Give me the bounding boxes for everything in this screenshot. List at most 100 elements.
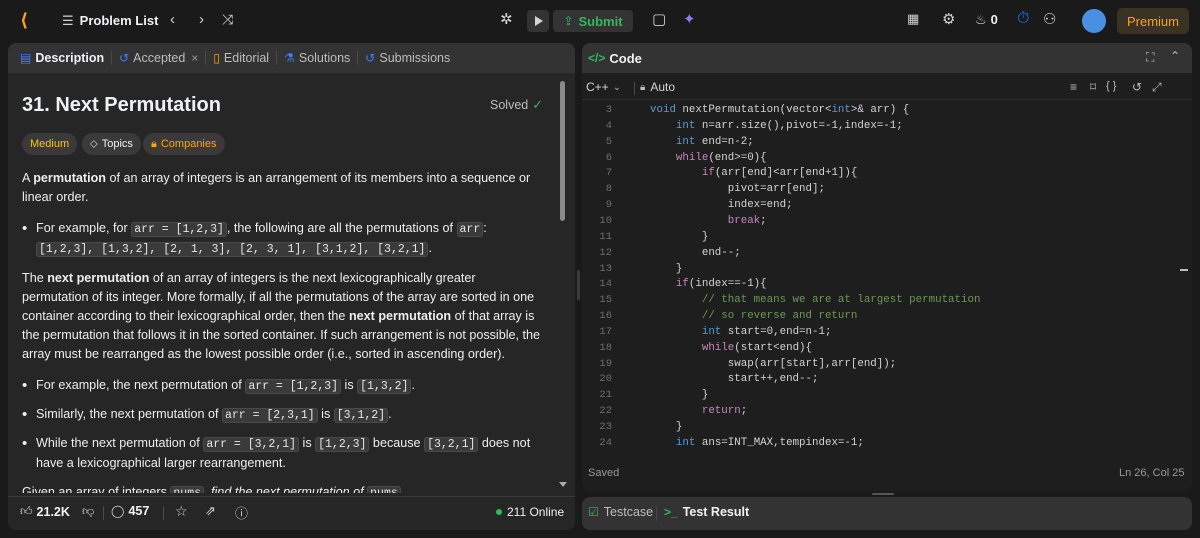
- code-line[interactable]: pivot=arr[end];: [650, 183, 825, 195]
- text: .: [411, 378, 415, 392]
- code-line[interactable]: // that means we are at largest permutat…: [650, 294, 981, 306]
- code-line[interactable]: int end=n-2;: [650, 136, 754, 148]
- code-line[interactable]: index=end;: [650, 199, 793, 211]
- fire-icon: ♨: [975, 12, 987, 27]
- code-line[interactable]: break;: [650, 215, 767, 227]
- like-button[interactable]: 👍︎ 21.2K: [20, 504, 70, 519]
- code-line[interactable]: }: [650, 421, 683, 433]
- share-icon[interactable]: ⇗: [205, 503, 216, 519]
- bookmark-icon[interactable]: ⌑: [1090, 80, 1096, 94]
- code-line[interactable]: }: [650, 263, 683, 275]
- language-select[interactable]: C++ ⌄: [586, 80, 621, 94]
- description-paragraph: A permutation of an array of integers is…: [22, 169, 542, 207]
- code-line[interactable]: swap(arr[start],arr[end]);: [650, 358, 896, 370]
- code-line[interactable]: }: [650, 389, 709, 401]
- online-count: 211 Online: [507, 505, 565, 519]
- tab-editorial[interactable]: ▯ Editorial: [213, 51, 269, 65]
- line-number: 10: [599, 214, 612, 227]
- tab-description-label: Description: [35, 51, 105, 65]
- tab-test-result-label: Test Result: [682, 505, 750, 519]
- layout-icon[interactable]: ▦: [907, 12, 919, 25]
- expand-icon[interactable]: ⤢: [1152, 80, 1162, 95]
- braces-icon[interactable]: { }: [1106, 80, 1116, 92]
- tab-accepted[interactable]: ↺ Accepted ×: [119, 51, 198, 65]
- description-panel: ▤ Description ↺ Accepted × ▯ Editorial ⚗…: [8, 43, 575, 530]
- panel-resize-handle-horizontal[interactable]: [872, 493, 894, 495]
- line-number: 24: [599, 436, 612, 449]
- text: is: [299, 436, 316, 450]
- inline-code: [1,2,3]: [315, 437, 370, 452]
- line-number: 21: [599, 389, 612, 402]
- avatar[interactable]: [1082, 9, 1106, 33]
- fullscreen-icon[interactable]: ⛶: [1146, 50, 1154, 65]
- comments-button[interactable]: ◯ 457: [111, 504, 149, 518]
- shuffle-icon[interactable]: ⤨: [222, 12, 233, 26]
- next-problem-icon[interactable]: ›: [199, 12, 204, 27]
- tab-solutions[interactable]: ⚗ Solutions: [284, 51, 350, 65]
- help-icon[interactable]: ⓘ: [235, 503, 248, 522]
- run-button[interactable]: [527, 10, 549, 32]
- code-line[interactable]: end--;: [650, 247, 741, 259]
- code-line[interactable]: while(end>=0){: [650, 152, 767, 164]
- code-line[interactable]: int ans=INT_MAX,tempindex=-1;: [650, 437, 864, 449]
- tab-submissions[interactable]: ↺ Submissions: [365, 51, 450, 65]
- streak-count: 0: [990, 12, 998, 27]
- inline-code: arr = [1,2,3]: [131, 222, 227, 237]
- lock-icon: 🔒︎: [151, 137, 157, 150]
- code-line[interactable]: return;: [650, 405, 747, 417]
- panel-resize-handle[interactable]: [577, 270, 580, 300]
- text: Similarly, the next permutation of: [36, 407, 222, 421]
- add-friend-icon[interactable]: ⚇: [1043, 12, 1056, 27]
- code-line[interactable]: }: [650, 231, 709, 243]
- companies-button[interactable]: 🔒︎ Companies: [143, 133, 225, 155]
- tab-submissions-label: Submissions: [379, 51, 451, 65]
- line-number: 9: [605, 199, 612, 212]
- tab-divider: [111, 51, 113, 65]
- premium-label: Premium: [1126, 13, 1179, 29]
- submit-button[interactable]: ⇪ Submit: [553, 10, 633, 32]
- topics-label: Topics: [101, 138, 133, 150]
- code-editor[interactable]: 3 4 5 6 7 8 9 10 11 12 13 14 15 16 17 18 19 20 21 22 23 24 vo…: [582, 100, 1180, 460]
- line-number: 11: [599, 230, 612, 243]
- code-line[interactable]: if(index==-1){: [650, 278, 767, 290]
- collapse-icon[interactable]: ⌃: [1170, 49, 1180, 63]
- inline-code: [3,1,2]: [333, 408, 389, 423]
- code-line[interactable]: start++,end--;: [650, 373, 819, 385]
- code-line[interactable]: // so reverse and return: [650, 310, 858, 322]
- code-line[interactable]: void nextPermutation(vector<int>& arr) {: [650, 104, 909, 116]
- submit-label: Submit: [578, 13, 623, 29]
- top-nav: ⟨ ☰ Problem List ‹ › ⤨ ✲ ⇪ Submit ▢ ✦ ▦ …: [0, 0, 1200, 42]
- streak-counter[interactable]: ♨ 0: [975, 12, 998, 27]
- star-icon[interactable]: ☆: [175, 503, 188, 520]
- mode-select[interactable]: 🔒︎ Auto: [640, 80, 675, 94]
- code-line[interactable]: if(arr[end]<arr[end+1]){: [650, 167, 858, 179]
- format-icon[interactable]: ≡: [1070, 80, 1077, 94]
- line-number: 20: [599, 373, 612, 386]
- code-line[interactable]: int start=0,end=n-1;: [650, 326, 832, 338]
- problem-list-button[interactable]: ☰ Problem List: [62, 13, 158, 28]
- premium-button[interactable]: Premium: [1117, 8, 1189, 34]
- editor-scrollbar[interactable]: [1180, 269, 1188, 271]
- reset-icon[interactable]: ↺: [1132, 80, 1142, 94]
- close-icon[interactable]: ×: [191, 51, 198, 65]
- topics-button[interactable]: ⬦ Topics: [82, 133, 141, 155]
- note-icon[interactable]: ▢: [652, 12, 666, 27]
- code-line[interactable]: while(start<end){: [650, 342, 812, 354]
- thumbs-down-icon[interactable]: 👎︎: [82, 504, 94, 519]
- footer-divider: [8, 496, 575, 497]
- tab-divider: [357, 51, 359, 65]
- code-line[interactable]: int n=arr.size(),pivot=-1,index=-1;: [650, 120, 903, 132]
- tab-test-result[interactable]: >_ Test Result: [664, 505, 749, 519]
- leetcode-logo-icon[interactable]: ⟨: [20, 11, 28, 29]
- tab-testcase[interactable]: ☑ Testcase: [588, 505, 653, 519]
- prev-problem-icon[interactable]: ‹: [170, 12, 175, 27]
- ai-sparkle-icon[interactable]: ✦: [683, 12, 696, 27]
- timer-icon[interactable]: ⏱: [1017, 11, 1029, 27]
- description-scrollbar[interactable]: [560, 81, 565, 221]
- debug-icon[interactable]: ✲: [500, 12, 513, 27]
- settings-icon[interactable]: ⚙: [942, 12, 955, 27]
- text: , find the next permutation of: [204, 485, 368, 493]
- tab-description[interactable]: ▤ Description: [20, 51, 104, 65]
- scroll-down-arrow-icon[interactable]: [559, 482, 567, 487]
- language-label: C++: [586, 80, 609, 94]
